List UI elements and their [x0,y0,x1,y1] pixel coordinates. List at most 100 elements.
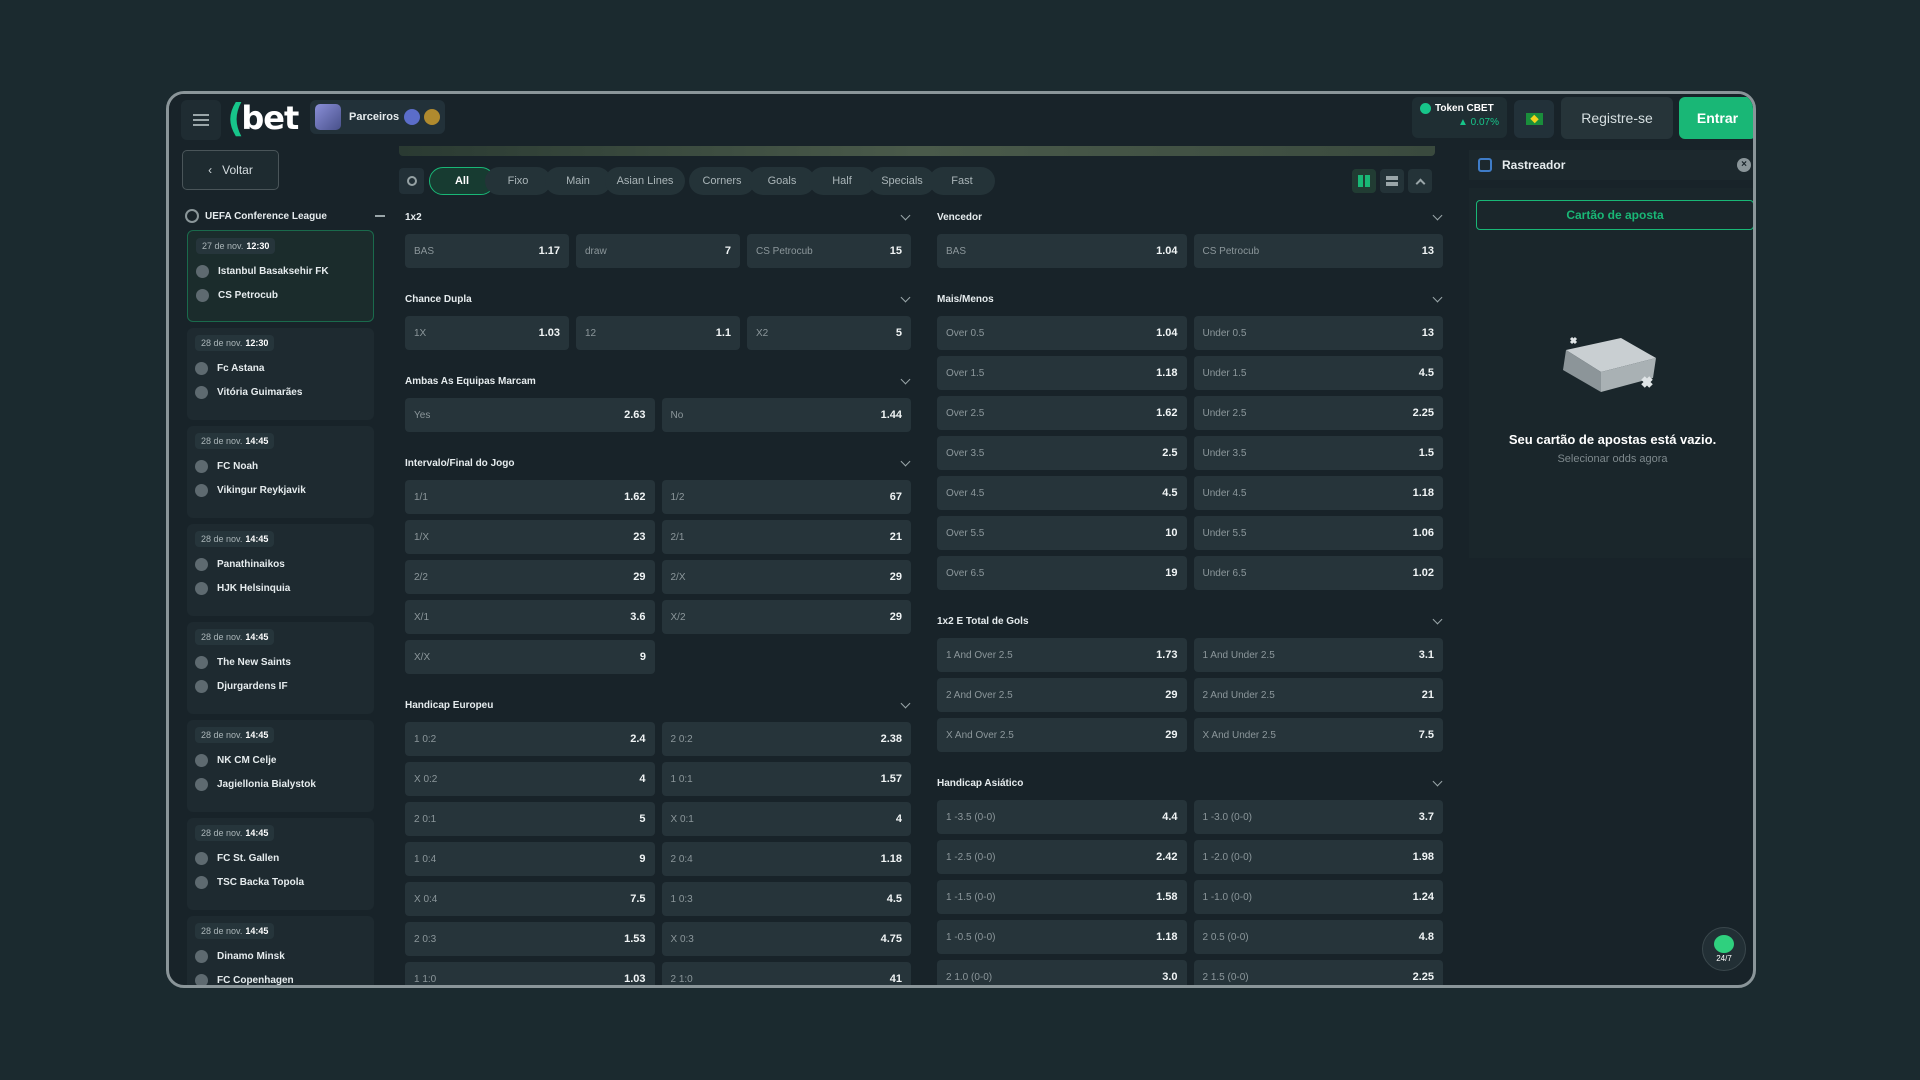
close-icon[interactable]: × [1737,158,1751,172]
two-column-layout-button[interactable] [1352,169,1376,193]
betslip-tab[interactable]: Cartão de aposta [1476,200,1753,230]
odds-button[interactable]: Under 5.5 1.06 [1193,516,1443,550]
odds-button[interactable]: CS Petrocub 15 [747,234,911,268]
odds-button[interactable]: 2 And Over 2.5 29 [937,678,1187,712]
odds-button[interactable]: 1 0:2 2.4 [405,722,655,756]
odds-button[interactable]: X 0:3 4.75 [661,922,911,956]
odds-button[interactable]: 1/1 1.62 [405,480,655,514]
market-header[interactable]: Vencedor [931,206,1449,228]
language-flag-button[interactable] [1514,100,1554,138]
odds-button[interactable]: Over 3.5 2.5 [937,436,1187,470]
collapse-icon[interactable] [375,215,385,217]
odds-button[interactable]: 12 1.1 [576,316,740,350]
market-header[interactable]: Handicap Europeu [399,694,917,716]
filter-tab-goals[interactable]: Goals [749,167,815,195]
odds-button[interactable]: Over 5.5 10 [937,516,1187,550]
market-header[interactable]: 1x2 [399,206,917,228]
market-header[interactable]: Chance Dupla [399,288,917,310]
odds-button[interactable]: 1 0:3 4.5 [661,882,911,916]
filter-tab-fast[interactable]: Fast [929,167,995,195]
match-card[interactable]: 28 de nov. 14:45 Panathinaikos HJK Helsinqu… [187,524,374,616]
hamburger-menu-button[interactable] [181,100,221,140]
match-card[interactable]: 28 de nov. 14:45 FC St. Gallen TSC Backa To… [187,818,374,910]
match-card[interactable]: 28 de nov. 12:30 Fc Astana Vitória Guimarãe… [187,328,374,420]
odds-button[interactable]: X 0:1 4 [661,802,911,836]
odds-button[interactable]: 2 1:0 41 [661,962,911,985]
filter-tab-specials[interactable]: Specials [869,167,935,195]
odds-button[interactable]: 1 -1.5 (0-0) 1.58 [937,880,1187,914]
odds-button[interactable]: 1 -1.0 (0-0) 1.24 [1193,880,1443,914]
odds-button[interactable]: X2 5 [747,316,911,350]
odds-button[interactable]: 1 -2.0 (0-0) 1.98 [1193,840,1443,874]
filter-tab-asian-lines[interactable]: Asian Lines [605,167,685,195]
one-column-layout-button[interactable] [1380,169,1404,193]
filter-tab-corners[interactable]: Corners [689,167,755,195]
odds-button[interactable]: Yes 2.63 [405,398,655,432]
login-button[interactable]: Entrar [1679,97,1753,139]
odds-button[interactable]: 2 1.5 (0-0) 2.25 [1193,960,1443,985]
odds-button[interactable]: 1/X 23 [405,520,655,554]
market-header[interactable]: Mais/Menos [931,288,1449,310]
match-card[interactable]: 27 de nov. 12:30 Istanbul Basaksehir FK CS … [187,230,374,322]
odds-button[interactable]: 1 -2.5 (0-0) 2.42 [937,840,1187,874]
odds-button[interactable]: Over 2.5 1.62 [937,396,1187,430]
odds-button[interactable]: 1 -0.5 (0-0) 1.18 [937,920,1187,954]
register-button[interactable]: Registre-se [1561,97,1673,139]
filter-tab-fixo[interactable]: Fixo [485,167,551,195]
odds-button[interactable]: 2 0:1 5 [405,802,655,836]
support-chat-button[interactable]: 24/7 [1702,927,1746,971]
odds-button[interactable]: 1 1:0 1.03 [405,962,655,985]
odds-button[interactable]: 2 And Under 2.5 21 [1193,678,1443,712]
odds-button[interactable]: Over 1.5 1.18 [937,356,1187,390]
odds-button[interactable]: Under 4.5 1.18 [1193,476,1443,510]
token-widget[interactable]: Token CBET ▲ 0.07% [1412,97,1507,138]
odds-button[interactable]: 2/1 21 [661,520,911,554]
odds-button[interactable]: 1 -3.0 (0-0) 3.7 [1193,800,1443,834]
odds-button[interactable]: BAS 1.17 [405,234,569,268]
odds-button[interactable]: X 0:2 4 [405,762,655,796]
odds-button[interactable]: 1 -3.5 (0-0) 4.4 [937,800,1187,834]
odds-button[interactable]: CS Petrocub 13 [1193,234,1443,268]
odds-button[interactable]: BAS 1.04 [937,234,1187,268]
odds-button[interactable]: X And Over 2.5 29 [937,718,1187,752]
filter-tab-main[interactable]: Main [545,167,611,195]
league-header[interactable]: UEFA Conference League [185,207,385,225]
market-header[interactable]: Ambas As Equipas Marcam [399,370,917,392]
odds-button[interactable]: 2/2 29 [405,560,655,594]
odds-button[interactable]: draw 7 [576,234,740,268]
partners-button[interactable]: Parceiros [310,100,445,134]
odds-button[interactable]: Under 6.5 1.02 [1193,556,1443,590]
odds-button[interactable]: 2 0:2 2.38 [661,722,911,756]
odds-button[interactable]: No 1.44 [661,398,911,432]
odds-button[interactable]: 1 0:4 9 [405,842,655,876]
odds-button[interactable]: 1X 1.03 [405,316,569,350]
odds-button[interactable]: Under 0.5 13 [1193,316,1443,350]
odds-button[interactable]: X/1 3.6 [405,600,655,634]
odds-button[interactable]: Under 3.5 1.5 [1193,436,1443,470]
odds-button[interactable]: X/2 29 [661,600,911,634]
odds-button[interactable]: X 0:4 7.5 [405,882,655,916]
match-card[interactable]: 28 de nov. 14:45 The New Saints Djurgardens… [187,622,374,714]
odds-button[interactable]: 2 1.0 (0-0) 3.0 [937,960,1187,985]
logo[interactable]: (bet [227,96,299,140]
odds-button[interactable]: 2 0.5 (0-0) 4.8 [1193,920,1443,954]
odds-button[interactable]: 2 0:4 1.18 [661,842,911,876]
collapse-all-button[interactable] [1408,169,1432,193]
odds-button[interactable]: Over 0.5 1.04 [937,316,1187,350]
match-card[interactable]: 28 de nov. 14:45 FC Noah Vikingur Reykjavik [187,426,374,518]
search-button[interactable] [399,168,424,194]
market-header[interactable]: Intervalo/Final do Jogo [399,452,917,474]
odds-button[interactable]: X And Under 2.5 7.5 [1193,718,1443,752]
odds-button[interactable]: Over 4.5 4.5 [937,476,1187,510]
odds-button[interactable]: X/X 9 [405,640,655,674]
match-card[interactable]: 28 de nov. 14:45 Dinamo Minsk FC Copenhagen [187,916,374,985]
market-header[interactable]: 1x2 E Total de Gols [931,610,1449,632]
odds-button[interactable]: Over 6.5 19 [937,556,1187,590]
match-card[interactable]: 28 de nov. 14:45 NK CM Celje Jagiellonia Bi… [187,720,374,812]
odds-button[interactable]: 1 And Under 2.5 3.1 [1193,638,1443,672]
odds-button[interactable]: 1 0:1 1.57 [661,762,911,796]
odds-button[interactable]: 1/2 67 [661,480,911,514]
odds-button[interactable]: 2 0:3 1.53 [405,922,655,956]
market-header[interactable]: Handicap Asiático [931,772,1449,794]
odds-button[interactable]: Under 2.5 2.25 [1193,396,1443,430]
